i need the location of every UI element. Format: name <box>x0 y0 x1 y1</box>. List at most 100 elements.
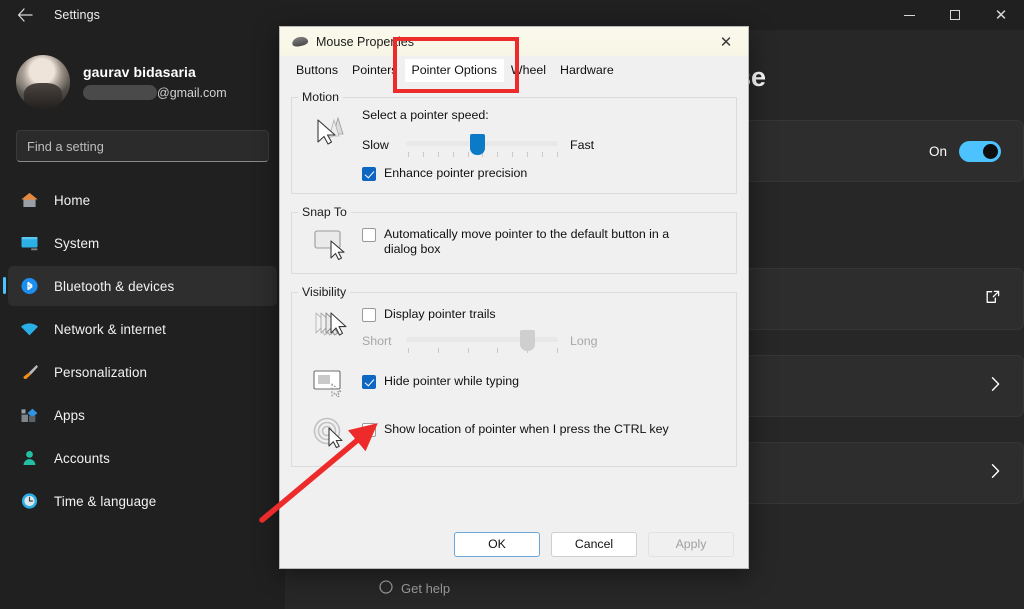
search-input[interactable]: Find a setting <box>16 130 269 162</box>
minimize-glyph <box>903 14 915 16</box>
trails-thumb[interactable] <box>519 330 535 351</box>
mouse-setting-toggle[interactable] <box>959 140 1001 162</box>
hide-pointer-fields: Hide pointer while typing <box>358 364 726 389</box>
help-icon <box>379 580 393 597</box>
mouse-icon <box>291 35 309 48</box>
sidebar-item-label: Accounts <box>54 450 110 466</box>
tab-hardware[interactable]: Hardware <box>553 59 621 82</box>
tab-pointer-options[interactable]: Pointer Options <box>404 59 504 82</box>
display-trails-label: Display pointer trails <box>384 307 496 321</box>
cancel-button[interactable]: Cancel <box>551 531 637 557</box>
hide-pointer-glyph <box>313 370 342 398</box>
auto-move-checkbox[interactable] <box>362 228 376 242</box>
auto-move-row[interactable]: Automatically move pointer to the defaul… <box>362 227 726 257</box>
pointer-trails-fields: Display pointer trails Short Long <box>358 303 726 353</box>
show-location-label: Show location of pointer when I press th… <box>384 422 669 436</box>
dialog-body: Motion Select a pointer speed: Slow Fast… <box>280 82 748 568</box>
show-location-row[interactable]: Show location of pointer when I press th… <box>362 422 726 437</box>
sidebar: gaurav bidasaria @gmail.com Find a setti… <box>0 30 285 609</box>
dialog-close-icon[interactable]: ✕ <box>704 27 748 56</box>
auto-move-label: Automatically move pointer to the defaul… <box>384 227 670 256</box>
external-link-icon <box>985 289 1001 309</box>
locate-pointer-row: Show location of pointer when I press th… <box>302 412 726 450</box>
pointer-trails-glyph <box>315 312 347 336</box>
snap-to-inner: Automatically move pointer to the defaul… <box>292 219 736 273</box>
pointer-trails-row: Display pointer trails Short Long <box>302 303 726 353</box>
trails-min-label: Short <box>362 334 392 348</box>
sidebar-item-time-and-language[interactable]: Time & language <box>8 481 277 521</box>
hide-typing-checkbox[interactable] <box>362 375 376 389</box>
trails-max-label: Long <box>570 334 598 348</box>
search-placeholder: Find a setting <box>27 138 104 154</box>
display-trails-row[interactable]: Display pointer trails <box>362 307 726 322</box>
dialog-title: Mouse Properties <box>316 34 414 49</box>
back-arrow-glyph <box>17 8 33 22</box>
hide-pointer-icon <box>302 364 358 400</box>
pointer-speed-label: Select a pointer speed: <box>362 108 489 122</box>
display-trails-checkbox[interactable] <box>362 308 376 322</box>
enhance-precision-label: Enhance pointer precision <box>384 166 528 180</box>
sidebar-item-label: Home <box>54 192 91 208</box>
pointer-speed-slider-row: Slow Fast <box>362 134 726 157</box>
trails-track <box>406 337 558 342</box>
chevron-right-icon <box>990 376 1001 396</box>
hide-typing-row[interactable]: Hide pointer while typing <box>362 374 726 389</box>
user-profile[interactable]: gaurav bidasaria @gmail.com <box>0 30 285 116</box>
system-icon <box>20 234 46 252</box>
sidebar-item-accounts[interactable]: Accounts <box>8 438 277 478</box>
back-arrow-icon[interactable] <box>6 1 44 29</box>
show-location-checkbox[interactable] <box>362 423 376 437</box>
mouse-properties-dialog: Mouse Properties ✕ Buttons Pointers Poin… <box>279 26 749 569</box>
tab-wheel[interactable]: Wheel <box>504 59 553 82</box>
profile-text: gaurav bidasaria @gmail.com <box>83 64 227 100</box>
window-controls: ✕ <box>886 0 1024 30</box>
dialog-footer: OK Cancel Apply <box>280 520 748 568</box>
sidebar-nav: Home System Bluetooth & devices Network … <box>0 180 285 521</box>
close-glyph: ✕ <box>994 5 1008 24</box>
sidebar-item-personalization[interactable]: Personalization <box>8 352 277 392</box>
avatar <box>16 55 70 109</box>
maximize-icon[interactable] <box>932 0 978 30</box>
tab-pointers[interactable]: Pointers <box>345 59 404 82</box>
pointer-speed-min-label: Slow <box>362 138 389 152</box>
motion-legend: Motion <box>302 90 339 104</box>
visibility-legend: Visibility <box>302 285 347 299</box>
email-redaction <box>83 85 157 100</box>
profile-email-suffix: @gmail.com <box>157 85 227 100</box>
sidebar-item-home[interactable]: Home <box>8 180 277 220</box>
sidebar-item-bluetooth-and-devices[interactable]: Bluetooth & devices <box>3 266 277 306</box>
visibility-inner: Display pointer trails Short Long Hide p… <box>292 299 736 466</box>
sidebar-item-apps[interactable]: Apps <box>8 395 277 435</box>
bluetooth-icon <box>20 277 46 295</box>
home-icon <box>20 191 46 209</box>
sidebar-item-label: System <box>54 235 100 251</box>
close-icon[interactable]: ✕ <box>978 0 1024 30</box>
enhance-precision-checkbox[interactable] <box>362 167 376 181</box>
snap-to-glyph <box>314 230 345 261</box>
sidebar-item-system[interactable]: System <box>8 223 277 263</box>
trails-length-slider-row: Short Long <box>362 330 726 353</box>
motion-inner: Select a pointer speed: Slow Fast Enhanc… <box>292 104 736 193</box>
pointer-speed-slider[interactable] <box>406 134 558 157</box>
apply-button: Apply <box>648 531 734 557</box>
locate-pointer-icon <box>302 412 358 450</box>
pointer-speed-glyph <box>317 116 344 145</box>
snap-to-icon <box>302 223 358 261</box>
get-help-link[interactable]: Get help <box>379 580 450 597</box>
wifi-icon <box>20 320 46 338</box>
get-help-label: Get help <box>401 581 451 596</box>
hide-typing-label: Hide pointer while typing <box>384 374 519 388</box>
dialog-tabstrip: Buttons Pointers Pointer Options Wheel H… <box>280 37 748 93</box>
visibility-group: Visibility Display pointer trails Short … <box>291 285 737 467</box>
sidebar-item-network-and-internet[interactable]: Network & internet <box>8 309 277 349</box>
trails-length-slider[interactable] <box>406 330 558 353</box>
minimize-icon[interactable] <box>886 0 932 30</box>
snap-to-legend: Snap To <box>302 205 347 219</box>
sidebar-item-label: Time & language <box>54 493 157 509</box>
enhance-precision-row[interactable]: Enhance pointer precision <box>362 166 726 181</box>
pointer-speed-thumb[interactable] <box>470 134 486 155</box>
ok-button[interactable]: OK <box>454 531 540 557</box>
snap-to-fields: Automatically move pointer to the defaul… <box>358 223 726 261</box>
tab-buttons[interactable]: Buttons <box>289 59 345 82</box>
toggle-knob <box>983 143 998 159</box>
